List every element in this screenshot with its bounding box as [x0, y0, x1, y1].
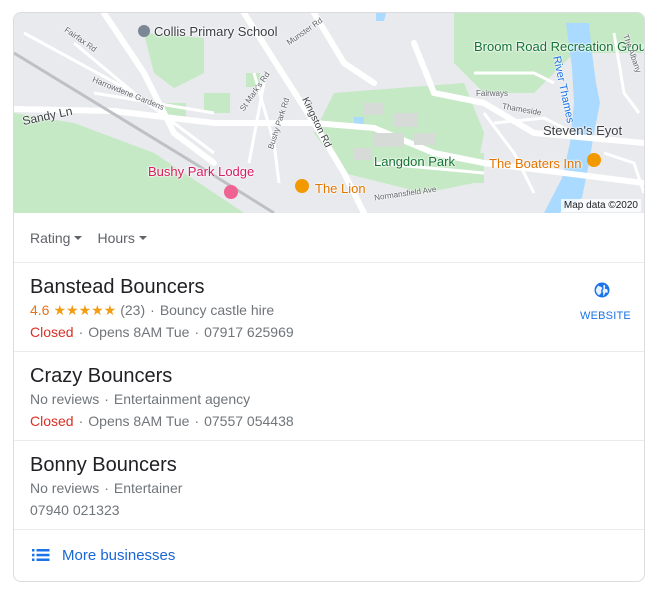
caret-down-icon [74, 236, 83, 240]
review-count[interactable]: (23) [120, 300, 145, 320]
result-meta: No reviews · Entertainment agency [30, 389, 644, 409]
phone-number: 07917 625969 [204, 324, 294, 340]
filter-hours-label: Hours [97, 229, 135, 246]
list-icon [32, 549, 50, 561]
review-count: No reviews [30, 480, 100, 496]
filter-rating[interactable]: Rating [30, 229, 83, 246]
map-label-boaters-inn: The Boaters Inn [489, 156, 582, 171]
category: Entertainment agency [113, 391, 251, 407]
map-label-school: Collis Primary School [154, 24, 278, 39]
result-title[interactable]: Banstead Bouncers [30, 276, 644, 298]
caret-down-icon [138, 236, 147, 240]
category: Bouncy castle hire [159, 302, 275, 318]
result-status: Closed · Opens 8AM Tue · 07917 625969 [30, 322, 644, 342]
phone-number: 07557 054438 [204, 413, 294, 429]
result-meta: 4.6 ★★★★★ (23) · Bouncy castle hire [30, 300, 644, 320]
separator: · [78, 413, 84, 429]
separator: · [150, 302, 155, 318]
globe-icon [594, 282, 610, 298]
filter-rating-label: Rating [30, 229, 71, 246]
separator: · [104, 391, 109, 407]
phone-number: 07940 021323 [30, 502, 120, 518]
map[interactable]: Collis Primary School Broom Road Recreat… [14, 13, 644, 213]
filter-bar: Rating Hours [14, 213, 644, 263]
more-businesses-label: More businesses [62, 546, 176, 564]
more-businesses-link[interactable]: More businesses [14, 530, 644, 580]
separator: · [194, 413, 200, 429]
map-label-eyot: Steven's Eyot [543, 123, 623, 138]
result-title[interactable]: Bonny Bouncers [30, 454, 644, 476]
result-crazy-bouncers[interactable]: Crazy Bouncers No reviews · Entertainmen… [14, 352, 644, 441]
result-meta: No reviews · Entertainer [30, 478, 644, 498]
result-banstead-bouncers[interactable]: Banstead Bouncers 4.6 ★★★★★ (23) · Bounc… [14, 263, 644, 352]
separator: · [104, 480, 109, 496]
category: Entertainer [113, 480, 183, 496]
result-title[interactable]: Crazy Bouncers [30, 365, 644, 387]
map-label-langdon-park: Langdon Park [374, 154, 455, 169]
separator: · [78, 324, 84, 340]
star-rating-icon: ★★★★★ [53, 302, 117, 318]
status-closed: Closed [30, 413, 74, 429]
result-bonny-bouncers[interactable]: Bonny Bouncers No reviews · Entertainer … [14, 441, 644, 530]
website-button[interactable]: WEBSITE [580, 281, 631, 322]
result-phone: 07940 021323 [30, 500, 644, 520]
opening-hours: Opens 8AM Tue [88, 324, 190, 340]
filter-hours[interactable]: Hours [97, 229, 147, 246]
map-label-fairways: Fairways [476, 89, 509, 98]
rating-value: 4.6 [30, 302, 50, 318]
map-label-the-lion: The Lion [315, 181, 366, 196]
separator: · [194, 324, 200, 340]
status-closed: Closed [30, 324, 74, 340]
website-label: WEBSITE [580, 310, 631, 322]
map-attribution: Map data ©2020 [560, 199, 641, 212]
result-status: Closed · Opens 8AM Tue · 07557 054438 [30, 411, 644, 431]
local-results-card: Collis Primary School Broom Road Recreat… [13, 12, 645, 582]
map-label-bushy-park-lodge: Bushy Park Lodge [148, 164, 255, 179]
map-label-recreation-ground: Broom Road Recreation Ground [474, 39, 644, 54]
opening-hours: Opens 8AM Tue [88, 413, 190, 429]
review-count: No reviews [30, 391, 100, 407]
